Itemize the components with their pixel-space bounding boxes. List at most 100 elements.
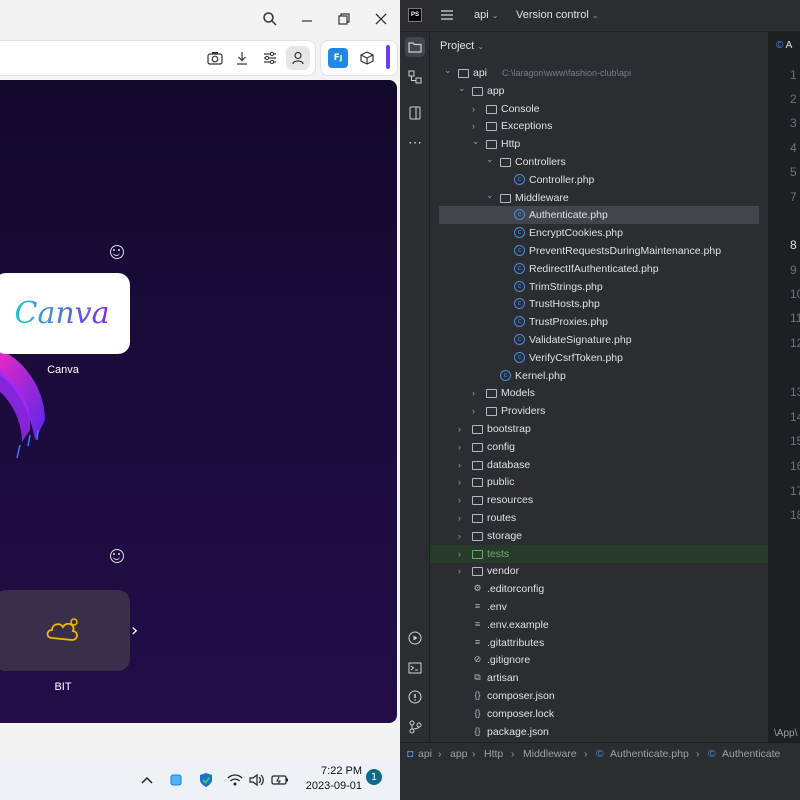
system-clock[interactable]: 7:22 PM 2023-09-01	[296, 764, 362, 794]
chevron-right-icon[interactable]: ›	[458, 509, 468, 527]
notification-badge[interactable]: 1	[366, 769, 382, 785]
chevron-right-icon[interactable]: ›	[472, 100, 482, 118]
tree-item-database[interactable]: › database	[430, 456, 768, 474]
tree-item-label: bootstrap	[487, 423, 531, 435]
breadcrumb-item[interactable]: Authenticate.php	[610, 743, 689, 765]
chevron-right-icon[interactable]: ›	[472, 402, 482, 420]
chevron-down-icon[interactable]: ⌄	[486, 150, 496, 168]
chevron-right-icon[interactable]: ›	[458, 545, 468, 563]
run-icon[interactable]	[406, 629, 424, 647]
tree-item-app[interactable]: ⌄ app	[430, 82, 768, 100]
bit-tile[interactable]	[0, 590, 130, 671]
breadcrumb-item[interactable]: Http	[484, 743, 503, 765]
terminal-icon[interactable]	[406, 659, 424, 677]
next-arrow-button[interactable]: ›	[131, 620, 138, 641]
breadcrumb-item[interactable]: Authenticate	[722, 743, 780, 765]
tree-item-env[interactable]: ≡ .env	[430, 598, 768, 616]
tree-item-console[interactable]: › Console	[430, 100, 768, 118]
tree-item-env-example[interactable]: ≡ .env.example	[430, 616, 768, 634]
tree-item-trimstrings-php[interactable]: c TrimStrings.php	[430, 278, 768, 296]
shield-icon[interactable]	[197, 771, 215, 789]
tree-item-trustproxies-php[interactable]: c TrustProxies.php	[430, 313, 768, 331]
git-icon[interactable]	[406, 718, 424, 736]
tree-item-preventrequestsduringmaintenance-php[interactable]: c PreventRequestsDuringMaintenance.php	[430, 242, 768, 260]
tree-item-tests[interactable]: › tests	[430, 544, 768, 563]
tree-item-kernel-php[interactable]: c Kernel.php	[430, 367, 768, 385]
line-number: 17	[790, 484, 800, 498]
tree-item-api[interactable]: ⌄ api C:\laragon\www\fashion-club\api	[430, 64, 768, 82]
problems-icon[interactable]	[406, 688, 424, 706]
smiley-icon[interactable]	[110, 245, 124, 259]
tree-item-verifycsrftoken-php[interactable]: c VerifyCsrfToken.php	[430, 349, 768, 367]
smiley-icon[interactable]	[110, 549, 124, 563]
tree-item-vendor[interactable]: › vendor	[430, 562, 768, 580]
profile-icon[interactable]	[286, 46, 310, 70]
cube-icon[interactable]	[358, 49, 376, 67]
structure-icon[interactable]	[406, 68, 424, 86]
tree-item-gitattributes[interactable]: ≡ .gitattributes	[430, 634, 768, 652]
tree-item-gitignore[interactable]: ⊘ .gitignore	[430, 651, 768, 669]
tree-item-public[interactable]: › public	[430, 473, 768, 491]
chevron-right-icon[interactable]: ›	[472, 384, 482, 402]
tree-item-storage[interactable]: › storage	[430, 527, 768, 545]
chevron-right-icon[interactable]: ›	[458, 456, 468, 474]
tree-item-controllers[interactable]: ⌄ Controllers	[430, 153, 768, 171]
chevron-right-icon[interactable]: ›	[458, 562, 468, 580]
tree-item-composer-lock[interactable]: {} composer.lock	[430, 705, 768, 723]
tree-item-validatesignature-php[interactable]: c ValidateSignature.php	[430, 331, 768, 349]
editor-tab[interactable]: © A	[776, 40, 792, 51]
tree-item-package-json[interactable]: {} package.json	[430, 723, 768, 741]
wifi-icon[interactable]	[226, 771, 244, 789]
tree-item-models[interactable]: › Models	[430, 384, 768, 402]
restore-icon[interactable]	[333, 8, 355, 30]
chevron-down-icon[interactable]: ⌄	[444, 61, 454, 79]
tree-item-encryptcookies-php[interactable]: c EncryptCookies.php	[430, 224, 768, 242]
tree-item-redirectifauthenticated-php[interactable]: c RedirectIfAuthenticated.php	[430, 260, 768, 278]
volume-icon[interactable]	[248, 771, 266, 789]
close-icon[interactable]	[370, 8, 392, 30]
chevron-down-icon[interactable]: ⌄	[486, 186, 496, 204]
tree-item-bootstrap[interactable]: › bootstrap	[430, 420, 768, 438]
tree-item-authenticate-php[interactable]: c Authenticate.php	[439, 206, 759, 225]
download-icon[interactable]	[233, 49, 251, 67]
project-selector[interactable]: api ⌄	[474, 9, 498, 21]
bit-cloud-icon	[46, 617, 78, 641]
tree-item-label: EncryptCookies.php	[529, 227, 623, 240]
hamburger-menu-icon[interactable]	[440, 8, 454, 27]
camera-icon[interactable]	[206, 49, 224, 67]
chevron-right-icon[interactable]: ›	[458, 491, 468, 509]
chevron-right-icon[interactable]: ›	[458, 473, 468, 491]
tree-item-composer-json[interactable]: {} composer.json	[430, 687, 768, 705]
tree-item-providers[interactable]: › Providers	[430, 402, 768, 420]
tree-item-config[interactable]: › config	[430, 438, 768, 456]
tree-item-artisan[interactable]: ⧉ artisan	[430, 669, 768, 687]
chevron-up-icon[interactable]	[138, 771, 156, 789]
tree-item-editorconfig[interactable]: ⚙ .editorconfig	[430, 580, 768, 598]
project-panel-title[interactable]: Project ⌄	[440, 40, 484, 52]
breadcrumb-item[interactable]: api	[418, 743, 432, 765]
tree-item-http[interactable]: ⌄ Http	[430, 135, 768, 153]
sliders-icon[interactable]	[261, 49, 279, 67]
chevron-down-icon[interactable]: ⌄	[458, 79, 468, 97]
battery-icon[interactable]	[271, 771, 289, 789]
tree-item-resources[interactable]: › resources	[430, 491, 768, 509]
breadcrumb-item[interactable]: Middleware	[523, 743, 577, 765]
chevron-down-icon[interactable]: ⌄	[472, 132, 482, 150]
breadcrumb-item[interactable]: app	[450, 743, 468, 765]
extension-icon[interactable]: FJ	[328, 48, 348, 68]
folder-icon[interactable]	[405, 37, 425, 57]
tree-item-trusthosts-php[interactable]: c TrustHosts.php	[430, 295, 768, 313]
chevron-right-icon[interactable]: ›	[458, 420, 468, 438]
canva-tile[interactable]: Canva	[0, 273, 130, 354]
more-icon[interactable]: ⋯	[406, 133, 424, 151]
chevron-right-icon[interactable]: ›	[458, 527, 468, 545]
database-panel-icon[interactable]	[406, 104, 424, 122]
chevron-right-icon[interactable]: ›	[458, 438, 468, 456]
minimize-icon[interactable]	[296, 8, 318, 30]
search-icon[interactable]	[259, 8, 281, 30]
tree-item-routes[interactable]: › routes	[430, 509, 768, 527]
app-tray-icon[interactable]	[167, 771, 185, 789]
tree-item-middleware[interactable]: ⌄ Middleware	[430, 189, 768, 207]
tree-item-controller-php[interactable]: c Controller.php	[430, 171, 768, 189]
vcs-selector[interactable]: Version control ⌄	[516, 9, 599, 21]
